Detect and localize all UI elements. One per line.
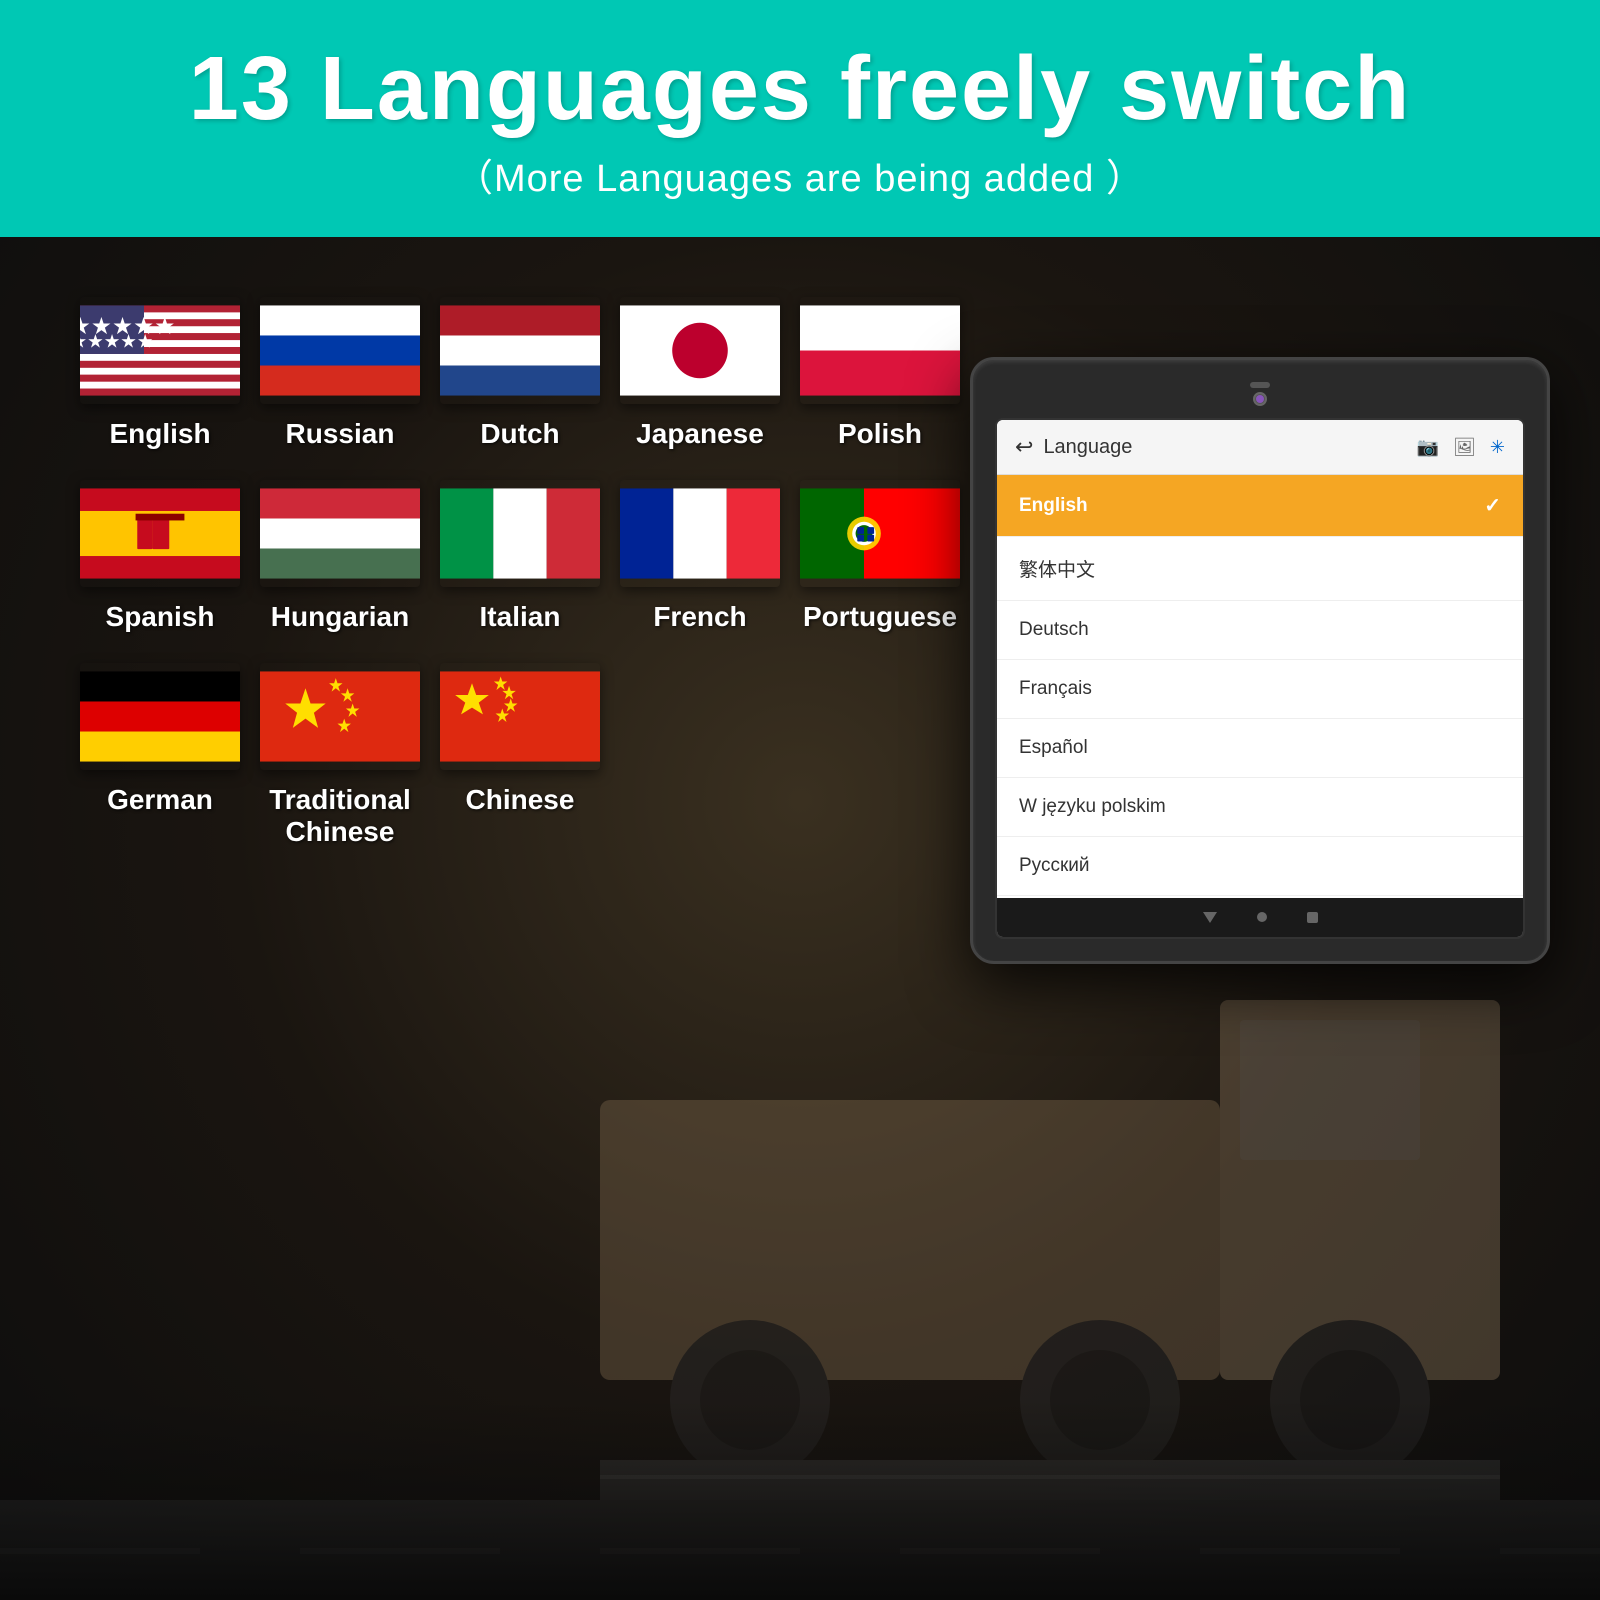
- main-title: 13 Languages freely switch: [60, 40, 1540, 139]
- lang-trad-chinese-label: 繁体中文: [1019, 555, 1095, 582]
- lang-espanol-label: Español: [1019, 737, 1088, 759]
- lang-english-label: English: [1019, 495, 1088, 517]
- nav-recents-button[interactable]: [1307, 912, 1318, 923]
- tablet-device: ↩ Language 📷 🖼 ✳ English ✓: [970, 357, 1550, 964]
- screen-header-left: ↩ Language: [1015, 434, 1132, 460]
- header-banner: 13 Languages freely switch （More Languag…: [0, 0, 1600, 237]
- flag-german: German: [80, 663, 240, 848]
- lang-item-deutsch[interactable]: Deutsch: [997, 601, 1523, 660]
- flag-jp: [620, 297, 780, 404]
- polish-label: Polish: [838, 418, 922, 450]
- flags-panel: ★★★★★★ ★★★★★ English Russian: [80, 297, 930, 964]
- subtitle: （More Languages are being added ）: [60, 147, 1540, 202]
- italian-label: Italian: [480, 601, 561, 633]
- flag-es: [80, 480, 240, 587]
- flag-chinese: Chinese: [440, 663, 600, 848]
- flags-row-3: German Traditional Chinese: [80, 663, 580, 848]
- video-icon: 📷: [1417, 437, 1439, 458]
- flags-row-2: Spanish Hungarian: [80, 480, 930, 633]
- flag-hungarian: Hungarian: [260, 480, 420, 633]
- tablet-panel: ↩ Language 📷 🖼 ✳ English ✓: [970, 297, 1550, 964]
- flag-russian: Russian: [260, 297, 420, 450]
- lang-item-english[interactable]: English ✓: [997, 475, 1523, 537]
- japanese-label: Japanese: [636, 418, 764, 450]
- back-icon[interactable]: ↩: [1015, 434, 1033, 460]
- chinese-label: Chinese: [466, 784, 575, 816]
- german-label: German: [107, 784, 213, 816]
- french-label: French: [653, 601, 746, 633]
- flag-french: French: [620, 480, 780, 633]
- image-icon: 🖼: [1453, 437, 1476, 458]
- dutch-label: Dutch: [480, 418, 559, 450]
- flag-italian: Italian: [440, 480, 600, 633]
- flag-nl: [440, 297, 600, 404]
- flag-portuguese: Portuguese: [800, 480, 960, 633]
- spanish-label: Spanish: [106, 601, 215, 633]
- flag-fr: [620, 480, 780, 587]
- tablet-nav-bar: [997, 898, 1523, 937]
- flag-english: ★★★★★★ ★★★★★ English: [80, 297, 240, 450]
- bluetooth-icon: ✳: [1490, 437, 1505, 458]
- flag-polish: Polish: [800, 297, 960, 450]
- lang-francais-label: Français: [1019, 678, 1092, 700]
- nav-back-button[interactable]: [1203, 912, 1217, 923]
- flags-row-1: ★★★★★★ ★★★★★ English Russian: [80, 297, 930, 450]
- screen-header: ↩ Language 📷 🖼 ✳: [997, 420, 1523, 475]
- language-header-text: Language: [1043, 436, 1132, 459]
- russian-label: Russian: [286, 418, 395, 450]
- english-label: English: [109, 418, 210, 450]
- hungarian-label: Hungarian: [271, 601, 409, 633]
- flag-trad-chinese: Traditional Chinese: [260, 663, 420, 848]
- lang-russian-label: Русский: [1019, 855, 1090, 877]
- flag-pt: [800, 480, 960, 587]
- screen-header-icons: 📷 🖼 ✳: [1417, 437, 1505, 458]
- flag-hu: [260, 480, 420, 587]
- lang-polish-label: W języku polskim: [1019, 796, 1166, 818]
- svg-text:★★★★★: ★★★★★: [80, 331, 154, 352]
- flag-us: ★★★★★★ ★★★★★: [80, 297, 240, 404]
- tablet-top-bar: [995, 382, 1525, 406]
- flag-de: [80, 663, 240, 770]
- flag-cn-trad: [260, 663, 420, 770]
- check-mark-english: ✓: [1484, 493, 1501, 518]
- flag-japanese: Japanese: [620, 297, 780, 450]
- flag-pl: [800, 297, 960, 404]
- flag-it: [440, 480, 600, 587]
- lang-item-francais[interactable]: Français: [997, 660, 1523, 719]
- road-overlay: [0, 1400, 1600, 1600]
- lang-deutsch-label: Deutsch: [1019, 619, 1089, 641]
- flag-spanish: Spanish: [80, 480, 240, 633]
- tablet-camera-housing: [1253, 392, 1267, 406]
- flag-cn: [440, 663, 600, 770]
- camera-module: [1250, 382, 1270, 406]
- trad-chinese-label: Traditional Chinese: [269, 784, 411, 848]
- lang-item-trad-chinese[interactable]: 繁体中文: [997, 537, 1523, 601]
- main-content: ★★★★★★ ★★★★★ English Russian: [0, 237, 1600, 1004]
- language-list: English ✓ 繁体中文 Deutsch Français Español: [997, 475, 1523, 896]
- camera-lens: [1256, 395, 1264, 403]
- lang-item-espanol[interactable]: Español: [997, 719, 1523, 778]
- lang-item-russian[interactable]: Русский: [997, 837, 1523, 896]
- flag-dutch: Dutch: [440, 297, 600, 450]
- tablet-speaker: [1250, 382, 1270, 388]
- lang-item-polish[interactable]: W języku polskim: [997, 778, 1523, 837]
- tablet-screen: ↩ Language 📷 🖼 ✳ English ✓: [995, 418, 1525, 939]
- nav-home-button[interactable]: [1257, 912, 1267, 922]
- portuguese-label: Portuguese: [803, 601, 957, 633]
- flag-ru: [260, 297, 420, 404]
